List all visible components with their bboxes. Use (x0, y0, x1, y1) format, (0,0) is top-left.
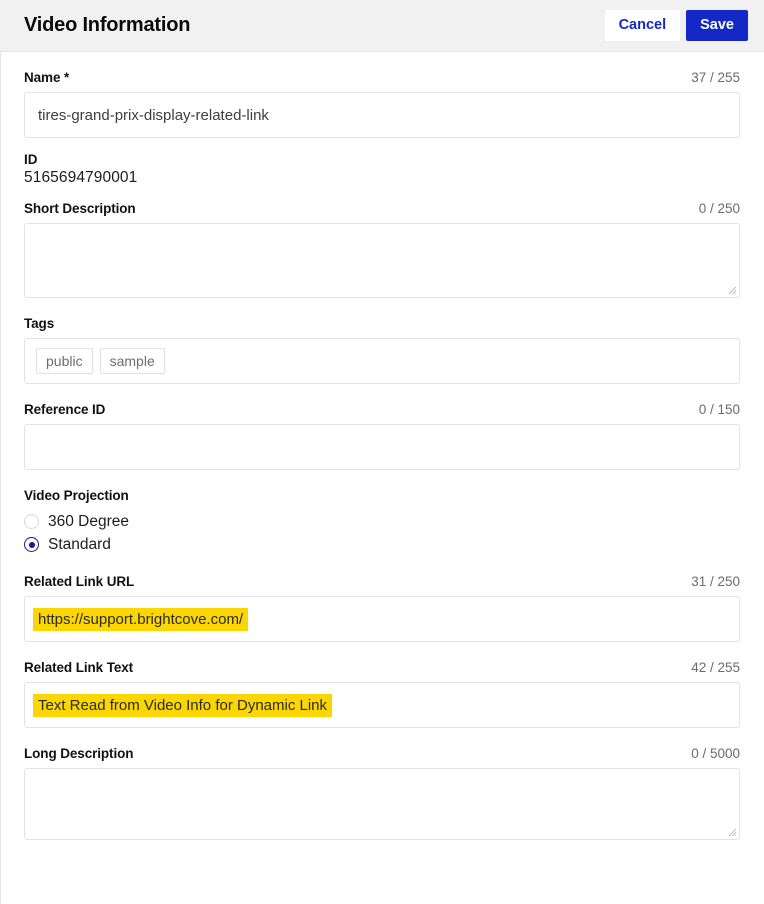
tag-chip[interactable]: sample (100, 348, 165, 375)
video-projection-label: Video Projection (24, 488, 129, 503)
page-title: Video Information (24, 14, 190, 37)
reference-id-input[interactable] (24, 424, 740, 470)
short-description-counter: 0 / 250 (699, 201, 740, 216)
field-long-description-head: Long Description 0 / 5000 (24, 746, 740, 761)
cancel-button[interactable]: Cancel (605, 10, 681, 40)
field-video-projection: Video Projection 360 Degree Standard (24, 488, 740, 556)
long-description-counter: 0 / 5000 (691, 746, 740, 761)
name-counter: 37 / 255 (691, 70, 740, 85)
field-video-projection-head: Video Projection (24, 488, 740, 503)
panel-header: Video Information Cancel Save (0, 0, 764, 52)
radio-unselected-icon[interactable] (24, 514, 39, 529)
tag-chip[interactable]: public (36, 348, 93, 375)
reference-id-counter: 0 / 150 (699, 402, 740, 417)
field-short-description-head: Short Description 0 / 250 (24, 201, 740, 216)
resize-grip-icon[interactable] (726, 284, 737, 295)
related-link-text-label: Related Link Text (24, 660, 133, 675)
related-link-url-input[interactable]: https://support.brightcove.com/ (24, 596, 740, 642)
related-link-url-input-value: https://support.brightcove.com/ (33, 608, 248, 631)
resize-grip-icon[interactable] (726, 826, 737, 837)
field-short-description: Short Description 0 / 250 (24, 201, 740, 298)
field-name-head: Name * 37 / 255 (24, 70, 740, 85)
long-description-label: Long Description (24, 746, 133, 761)
panel-left-edge (0, 52, 1, 904)
name-label: Name * (24, 70, 69, 85)
field-related-link-text-head: Related Link Text 42 / 255 (24, 660, 740, 675)
radio-option-360-degree-label: 360 Degree (48, 513, 129, 531)
video-information-form: Name * 37 / 255 tires-grand-prix-display… (0, 70, 764, 840)
name-input-value: tires-grand-prix-display-related-link (38, 107, 269, 124)
long-description-textarea[interactable] (24, 768, 740, 840)
related-link-url-counter: 31 / 250 (691, 574, 740, 589)
id-label: ID (24, 152, 740, 167)
field-id: ID 5165694790001 (24, 152, 740, 187)
related-link-text-input[interactable]: Text Read from Video Info for Dynamic Li… (24, 682, 740, 728)
header-actions: Cancel Save (605, 10, 748, 40)
field-tags: Tags public sample (24, 316, 740, 384)
related-link-url-label: Related Link URL (24, 574, 134, 589)
field-related-link-text: Related Link Text 42 / 255 Text Read fro… (24, 660, 740, 728)
field-related-link-url-head: Related Link URL 31 / 250 (24, 574, 740, 589)
field-reference-id: Reference ID 0 / 150 (24, 402, 740, 470)
short-description-label: Short Description (24, 201, 136, 216)
field-reference-id-head: Reference ID 0 / 150 (24, 402, 740, 417)
field-long-description: Long Description 0 / 5000 (24, 746, 740, 840)
save-button[interactable]: Save (686, 10, 748, 40)
field-related-link-url: Related Link URL 31 / 250 https://suppor… (24, 574, 740, 642)
reference-id-label: Reference ID (24, 402, 105, 417)
name-input[interactable]: tires-grand-prix-display-related-link (24, 92, 740, 138)
tags-input[interactable]: public sample (24, 338, 740, 384)
tags-label: Tags (24, 316, 54, 331)
short-description-textarea[interactable] (24, 223, 740, 298)
radio-option-standard-label: Standard (48, 536, 111, 554)
id-value: 5165694790001 (24, 169, 740, 187)
related-link-text-input-value: Text Read from Video Info for Dynamic Li… (33, 694, 332, 717)
related-link-text-counter: 42 / 255 (691, 660, 740, 675)
video-projection-radio-group: 360 Degree Standard (24, 510, 740, 556)
radio-option-360-degree[interactable]: 360 Degree (24, 510, 740, 533)
radio-option-standard[interactable]: Standard (24, 533, 740, 556)
field-tags-head: Tags (24, 316, 740, 331)
radio-selected-icon[interactable] (24, 537, 39, 552)
field-name: Name * 37 / 255 tires-grand-prix-display… (24, 70, 740, 138)
